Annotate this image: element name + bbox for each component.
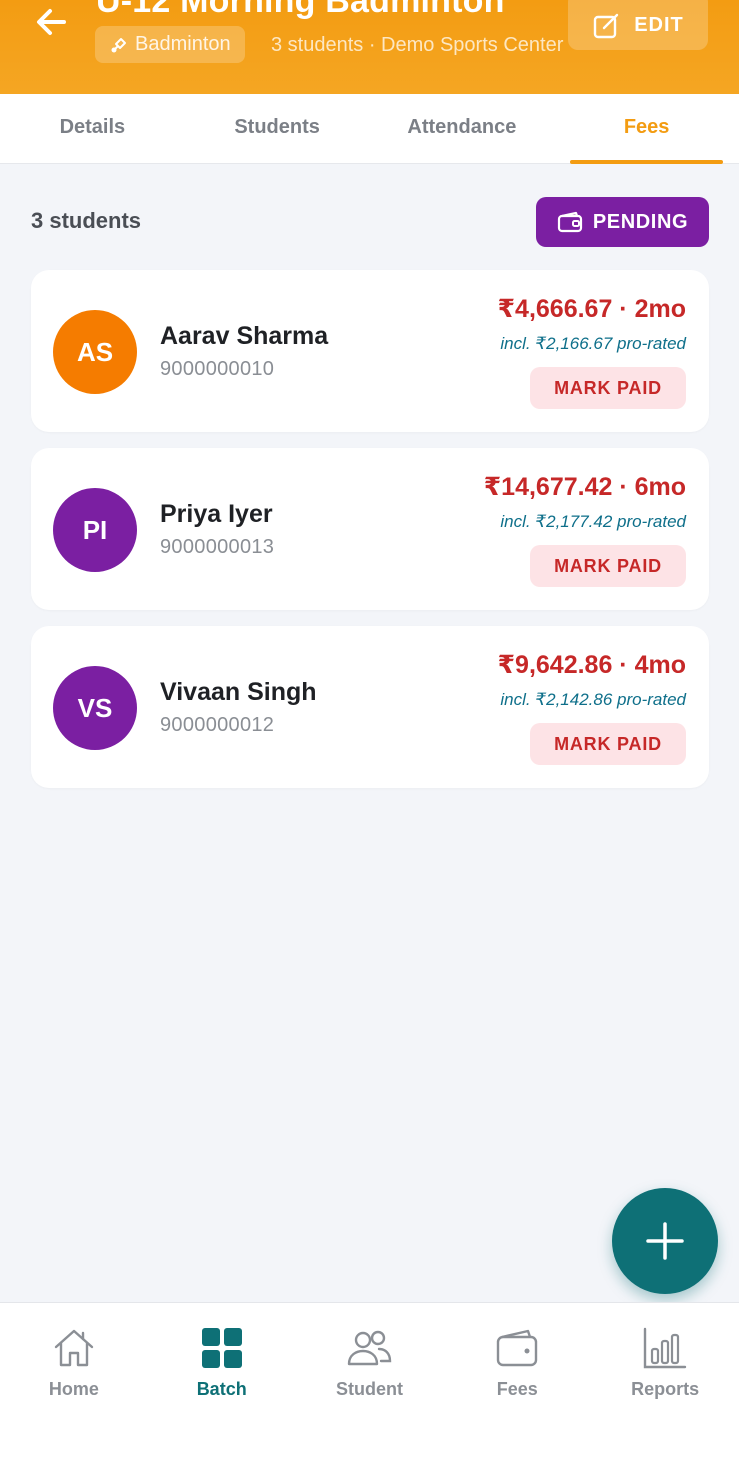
student-phone: 9000000010 [160, 358, 275, 380]
due-amount: ₹14,677.42 · 6mo [483, 473, 686, 501]
back-button[interactable] [28, 2, 74, 42]
edit-icon [594, 13, 619, 39]
bottom-nav: Home Batch Student Fees Reports [0, 1302, 739, 1480]
mark-paid-button[interactable]: MARK PAID [530, 545, 686, 587]
nav-batch-label: Batch [196, 1379, 247, 1399]
prorated-note: incl. ₹2,177.42 pro-rated [500, 512, 686, 531]
wallet-icon [494, 1325, 540, 1371]
bar-chart-icon [642, 1325, 688, 1371]
student-fee-card[interactable]: AS Aarav Sharma 9000000010 ₹4,666.67 · 2… [31, 270, 709, 432]
prorated-note: incl. ₹2,166.67 pro-rated [500, 334, 686, 353]
avatar: PI [53, 488, 137, 572]
edit-button[interactable]: EDIT [568, 0, 708, 50]
tab-attendance[interactable]: Attendance [370, 94, 555, 163]
student-name: Priya Iyer [160, 500, 273, 528]
wallet-icon [557, 211, 582, 233]
app-header: U-12 Morning Badminton Badminton 3 stude… [0, 0, 739, 94]
tab-details[interactable]: Details [0, 94, 185, 163]
grid-icon [199, 1325, 245, 1371]
student-fee-card[interactable]: VS Vivaan Singh 9000000012 ₹9,642.86 · 4… [31, 626, 709, 788]
edit-button-label: EDIT [634, 13, 684, 36]
student-phone: 9000000012 [160, 714, 275, 736]
avatar: AS [53, 310, 137, 394]
nav-reports[interactable]: Reports [591, 1303, 739, 1480]
sport-chip: Badminton [95, 26, 245, 63]
mark-paid-button[interactable]: MARK PAID [530, 723, 686, 765]
prorated-note: incl. ₹2,142.86 pro-rated [500, 690, 686, 709]
student-count: 3 students [31, 208, 142, 233]
pending-filter-label: PENDING [592, 210, 689, 233]
nav-student-label: Student [335, 1379, 403, 1399]
student-fee-card[interactable]: PI Priya Iyer 9000000013 ₹14,677.42 · 6m… [31, 448, 709, 610]
student-phone: 9000000013 [160, 536, 275, 558]
add-fab-button[interactable] [612, 1188, 718, 1294]
page-title: U-12 Morning Badminton [96, 0, 505, 20]
tab-fees[interactable]: Fees [554, 94, 739, 164]
student-name: Aarav Sharma [160, 322, 329, 350]
due-amount: ₹4,666.67 · 2mo [497, 295, 686, 323]
tab-bar: Details Students Attendance Fees [0, 94, 739, 164]
nav-student[interactable]: Student [296, 1303, 444, 1480]
shuttlecock-icon [111, 37, 126, 52]
student-name: Vivaan Singh [160, 678, 317, 706]
avatar: VS [53, 666, 137, 750]
people-icon [346, 1325, 392, 1371]
batch-subtitle: 3 students · Demo Sports Center [271, 34, 564, 56]
tab-students[interactable]: Students [185, 94, 370, 163]
nav-home[interactable]: Home [0, 1303, 148, 1480]
nav-home-label: Home [48, 1379, 99, 1399]
pending-filter-button[interactable]: PENDING [536, 197, 709, 247]
due-amount: ₹9,642.86 · 4mo [497, 651, 686, 679]
nav-fees[interactable]: Fees [443, 1303, 591, 1480]
plus-icon [646, 1222, 684, 1260]
home-icon [51, 1325, 97, 1371]
back-arrow-icon [37, 9, 66, 35]
nav-reports-label: Reports [631, 1379, 700, 1399]
mark-paid-button[interactable]: MARK PAID [530, 367, 686, 409]
sport-chip-label: Badminton [135, 33, 231, 55]
nav-batch[interactable]: Batch [148, 1303, 296, 1480]
nav-fees-label: Fees [496, 1379, 538, 1399]
